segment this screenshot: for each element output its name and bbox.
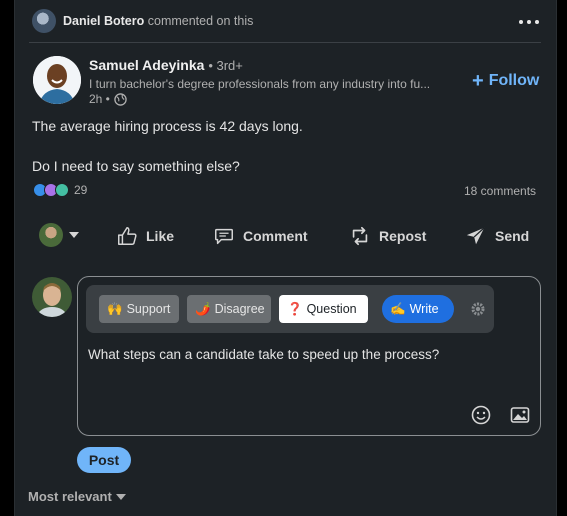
connection-degree: • 3rd+ — [208, 58, 243, 73]
write-chip-label: Write — [409, 302, 439, 316]
sort-comments-dropdown[interactable]: Most relevant — [28, 489, 126, 504]
repost-label: Repost — [379, 228, 427, 244]
action-bar: Like Comment Repost Send — [15, 218, 558, 258]
image-icon[interactable] — [510, 405, 530, 425]
repost-icon — [352, 226, 368, 246]
send-button[interactable]: Send — [465, 225, 529, 247]
raising-hands-icon: 🙌 — [107, 301, 123, 316]
comment-prompt-chips: 🙌 Support 🌶️ Disagree ❓ Question ✍️ Writ… — [86, 285, 494, 333]
thumbs-up-icon — [118, 227, 137, 245]
activity-avatar[interactable] — [32, 9, 56, 33]
repost-button[interactable]: Repost — [349, 225, 426, 247]
post-time: 2h • — [89, 92, 110, 106]
reaction-identity-selector[interactable] — [39, 223, 79, 247]
support-chip-label: Support — [126, 302, 171, 316]
like-label: Like — [146, 228, 175, 244]
post-meta: 2h • — [89, 92, 127, 106]
follow-button[interactable]: + Follow — [472, 70, 540, 92]
write-chip[interactable]: ✍️ Write — [382, 295, 454, 323]
reactions-summary[interactable]: 29 — [33, 183, 87, 197]
question-mark-icon: ❓ — [287, 301, 303, 316]
author-avatar[interactable] — [33, 56, 81, 104]
disagree-chip[interactable]: 🌶️ Disagree — [187, 295, 271, 323]
author-photo-icon — [33, 56, 81, 104]
comment-button[interactable]: Comment — [213, 225, 308, 247]
comments-count[interactable]: 18 comments — [464, 184, 536, 198]
post-comment-button[interactable]: Post — [77, 447, 131, 473]
comment-composer[interactable]: 🙌 Support 🌶️ Disagree ❓ Question ✍️ Writ… — [77, 276, 541, 436]
writing-hand-icon: ✍️ — [390, 301, 406, 316]
sort-label: Most relevant — [28, 489, 112, 504]
plus-icon: + — [472, 70, 484, 92]
feed-post-card: Daniel Botero commented on this Samuel A… — [14, 0, 557, 516]
chevron-down-icon — [115, 493, 126, 500]
author-line: Samuel Adeyinka • 3rd+ — [89, 57, 243, 73]
post-text-line-2: Do I need to say something else? — [32, 158, 240, 174]
support-chip[interactable]: 🙌 Support — [99, 295, 179, 323]
question-chip[interactable]: ❓ Question — [279, 295, 368, 323]
author-headline: I turn bachelor's degree professionals f… — [89, 77, 431, 91]
author-name[interactable]: Samuel Adeyinka — [89, 57, 204, 73]
current-user-avatar — [39, 223, 63, 247]
funny-reaction-icon — [55, 183, 69, 197]
disagree-chip-label: Disagree — [214, 302, 265, 316]
post-text-line-1: The average hiring process is 42 days lo… — [32, 118, 303, 134]
gear-icon[interactable] — [470, 301, 486, 317]
question-chip-label: Question — [306, 302, 357, 316]
header-divider — [29, 42, 541, 43]
activity-action: commented on this — [147, 14, 254, 28]
comment-icon — [215, 228, 233, 245]
emoji-icon[interactable] — [471, 405, 491, 425]
reactions-count: 29 — [74, 183, 88, 197]
globe-icon — [114, 92, 127, 106]
user-photo-icon — [32, 277, 72, 317]
comment-input-text[interactable]: What steps can a candidate take to speed… — [88, 347, 439, 362]
more-horizontal-icon[interactable] — [519, 20, 539, 24]
comment-label: Comment — [243, 228, 308, 244]
composer-user-avatar[interactable] — [32, 277, 72, 317]
chili-pepper-icon: 🌶️ — [195, 301, 211, 316]
like-button[interactable]: Like — [116, 225, 174, 247]
send-label: Send — [495, 228, 530, 244]
chevron-down-icon — [69, 232, 79, 238]
send-icon — [466, 227, 485, 245]
follow-label: Follow — [488, 72, 540, 89]
activity-actor[interactable]: Daniel Botero — [63, 14, 144, 28]
activity-line: Daniel Botero commented on this — [63, 14, 253, 28]
